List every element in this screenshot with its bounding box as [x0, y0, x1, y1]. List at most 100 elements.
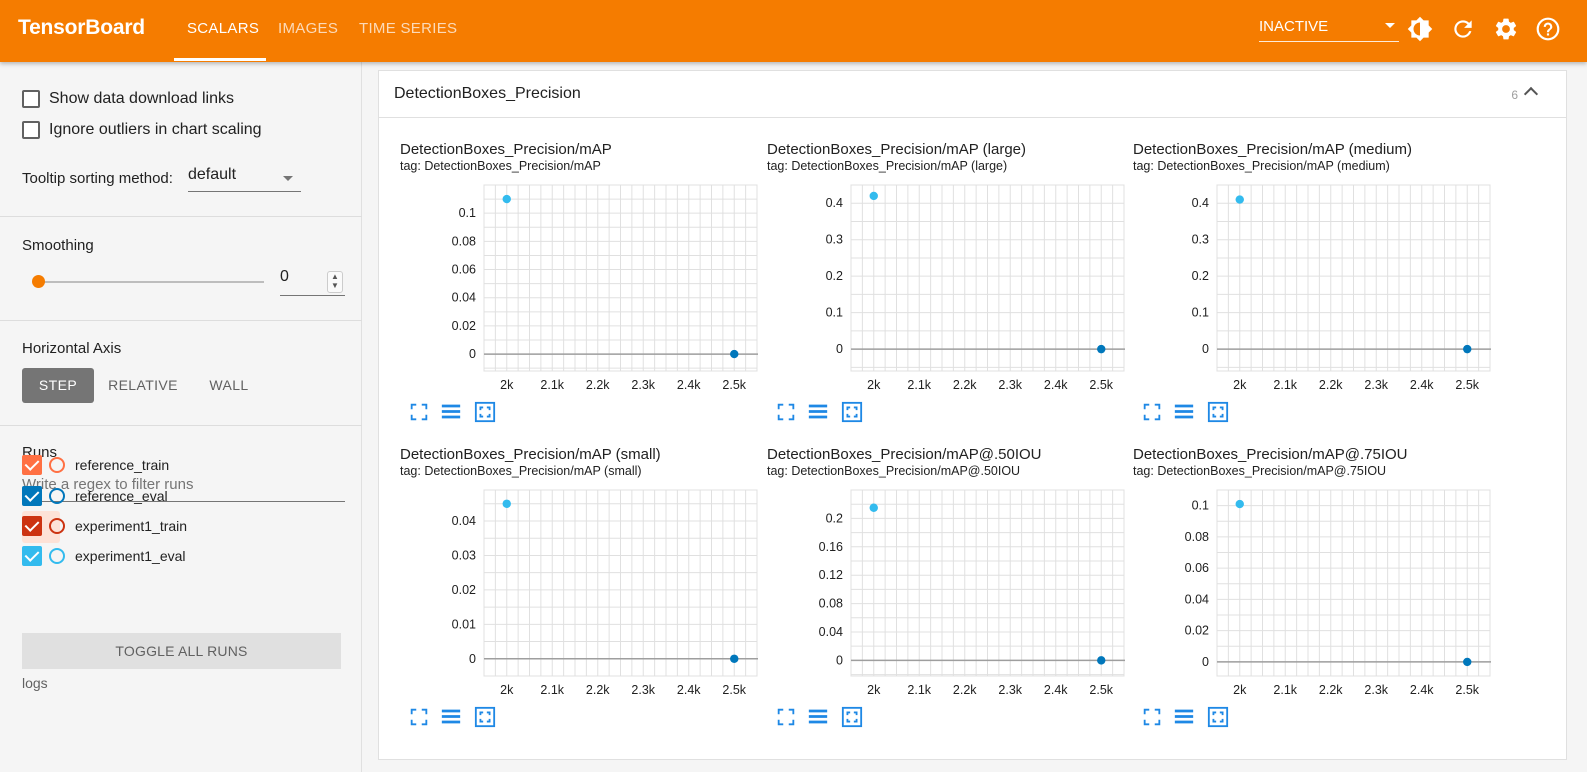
- smoothing-slider-thumb[interactable]: [32, 275, 45, 288]
- chart-plot[interactable]: 0 0.04 0.08 0.12 0.16 0.2 2k 2.1k 2.2k 2.3k 2.4k 2.…: [767, 484, 1127, 704]
- chart-plot[interactable]: 0 0.02 0.04 0.06 0.08 0.1 2k 2.1k 2.2k 2.3k 2.4k 2.…: [400, 179, 760, 399]
- run-checkbox[interactable]: [22, 516, 42, 536]
- data-point[interactable]: [1235, 499, 1244, 509]
- y-tick-label: 0.1: [1192, 499, 1209, 513]
- chart-plot[interactable]: 0 0.01 0.02 0.03 0.04 2k 2.1k 2.2k 2.3k 2.4k 2.5k: [400, 484, 760, 704]
- chart-plot[interactable]: 0 0.1 0.2 0.3 0.4 2k 2.1k 2.2k 2.3k 2.4k 2.5k: [1133, 179, 1493, 399]
- data-point[interactable]: [502, 194, 511, 204]
- toggle-log-scale-icon[interactable]: [807, 706, 829, 728]
- x-tick-label: 2.4k: [1044, 378, 1068, 392]
- y-tick-label: 0.1: [826, 306, 843, 320]
- tab-time-series[interactable]: TIME SERIES: [359, 20, 457, 37]
- fullscreen-icon[interactable]: [775, 401, 797, 423]
- data-point[interactable]: [1097, 656, 1106, 665]
- toggle-log-scale-icon[interactable]: [440, 706, 462, 728]
- smoothing-input[interactable]: 0 ▲ ▼: [280, 268, 345, 296]
- refresh-icon[interactable]: [1450, 16, 1476, 42]
- data-point[interactable]: [1463, 657, 1472, 667]
- x-tick-label: 2.3k: [631, 683, 655, 697]
- fit-domain-icon[interactable]: [1207, 401, 1229, 423]
- fit-domain-icon[interactable]: [1207, 706, 1229, 728]
- fullscreen-icon[interactable]: [1141, 401, 1163, 423]
- x-tick-label: 2.1k: [540, 683, 564, 697]
- data-point[interactable]: [502, 499, 511, 508]
- y-tick-label: 0: [1202, 655, 1209, 669]
- data-point[interactable]: [730, 654, 739, 663]
- toggle-log-scale-icon[interactable]: [1173, 401, 1195, 423]
- x-tick-label: 2.5k: [1455, 378, 1479, 392]
- y-tick-label: 0.12: [819, 568, 843, 582]
- tab-images[interactable]: IMAGES: [278, 20, 338, 37]
- fit-domain-icon[interactable]: [841, 401, 863, 423]
- checkbox[interactable]: [22, 90, 40, 108]
- run-checkbox[interactable]: [22, 455, 42, 475]
- help-icon[interactable]: [1535, 16, 1561, 42]
- run-color-swatch[interactable]: [49, 488, 65, 504]
- data-point[interactable]: [730, 349, 739, 359]
- y-tick-label: 0.06: [452, 263, 476, 277]
- axis-relative-button[interactable]: RELATIVE: [102, 368, 184, 403]
- x-tick-label: 2.2k: [586, 378, 610, 392]
- fullscreen-icon[interactable]: [1141, 706, 1163, 728]
- show-download-links-toggle[interactable]: Show data download links: [22, 90, 234, 108]
- chevron-down-icon: [283, 176, 293, 181]
- chart-plot[interactable]: 0 0.1 0.2 0.3 0.4 2k 2.1k 2.2k 2.3k 2.4k 2.5k: [767, 179, 1127, 399]
- tooltip-sorting-select[interactable]: default: [188, 166, 301, 192]
- log-directory: logs: [22, 675, 48, 691]
- spinner-arrows-icon[interactable]: ▲ ▼: [327, 271, 343, 293]
- fullscreen-icon[interactable]: [408, 706, 430, 728]
- axis-step-button[interactable]: STEP: [22, 368, 94, 403]
- run-color-swatch[interactable]: [49, 518, 65, 534]
- x-tick-label: 2k: [500, 378, 514, 392]
- fit-domain-icon[interactable]: [474, 401, 496, 423]
- scalar-group-card: DetectionBoxes_Precision 6 DetectionBoxe…: [378, 70, 1567, 760]
- run-item[interactable]: experiment1_train: [22, 513, 187, 539]
- run-color-swatch[interactable]: [49, 548, 65, 564]
- tab-scalars[interactable]: SCALARS: [187, 20, 259, 37]
- app-title: TensorBoard: [18, 16, 145, 39]
- toggle-all-runs-button[interactable]: TOGGLE ALL RUNS: [22, 633, 341, 669]
- toggle-log-scale-icon[interactable]: [1173, 706, 1195, 728]
- reload-status-value: INACTIVE: [1259, 18, 1329, 35]
- data-point[interactable]: [869, 191, 878, 201]
- run-name: experiment1_eval: [75, 548, 186, 564]
- fullscreen-icon[interactable]: [408, 401, 430, 423]
- x-tick-label: 2k: [867, 378, 881, 392]
- x-tick-label: 2.3k: [1364, 683, 1388, 697]
- smoothing-slider-track[interactable]: [38, 281, 264, 283]
- axis-wall-button[interactable]: WALL: [194, 368, 264, 403]
- run-item[interactable]: reference_train: [22, 452, 169, 478]
- x-tick-label: 2k: [867, 683, 881, 697]
- ignore-outliers-toggle[interactable]: Ignore outliers in chart scaling: [22, 121, 262, 139]
- run-color-swatch[interactable]: [49, 457, 65, 473]
- fullscreen-icon[interactable]: [775, 706, 797, 728]
- checkbox[interactable]: [22, 121, 40, 139]
- run-checkbox[interactable]: [22, 546, 42, 566]
- data-point[interactable]: [1097, 344, 1106, 354]
- chevron-up-icon[interactable]: [1523, 86, 1539, 102]
- y-tick-label: 0.3: [826, 233, 843, 247]
- brightness-icon[interactable]: [1407, 16, 1433, 42]
- y-tick-label: 0.02: [452, 319, 476, 333]
- data-point[interactable]: [1463, 344, 1472, 354]
- run-item[interactable]: reference_eval: [22, 483, 168, 509]
- fit-domain-icon[interactable]: [841, 706, 863, 728]
- divider: [0, 320, 362, 321]
- reload-status-select[interactable]: INACTIVE: [1259, 18, 1399, 42]
- y-tick-label: 0.08: [819, 597, 843, 611]
- fit-domain-icon[interactable]: [474, 706, 496, 728]
- x-tick-label: 2.4k: [1044, 683, 1068, 697]
- scalar-chart: DetectionBoxes_Precision/mAP (large) tag:…: [767, 141, 1127, 441]
- toggle-log-scale-icon[interactable]: [440, 401, 462, 423]
- tooltip-sorting-label: Tooltip sorting method:: [22, 170, 173, 187]
- toggle-log-scale-icon[interactable]: [807, 401, 829, 423]
- settings-icon[interactable]: [1493, 16, 1519, 42]
- chart-plot[interactable]: 0 0.02 0.04 0.06 0.08 0.1 2k 2.1k 2.2k 2.3k 2.4k 2.…: [1133, 484, 1493, 704]
- chart-title: DetectionBoxes_Precision/mAP (large): [767, 141, 1027, 158]
- data-point[interactable]: [869, 503, 878, 512]
- run-checkbox[interactable]: [22, 486, 42, 506]
- card-header[interactable]: DetectionBoxes_Precision 6: [379, 71, 1566, 118]
- data-point[interactable]: [1235, 195, 1244, 204]
- run-item[interactable]: experiment1_eval: [22, 543, 186, 569]
- scalar-chart: DetectionBoxes_Precision/mAP (small) tag:…: [400, 446, 760, 746]
